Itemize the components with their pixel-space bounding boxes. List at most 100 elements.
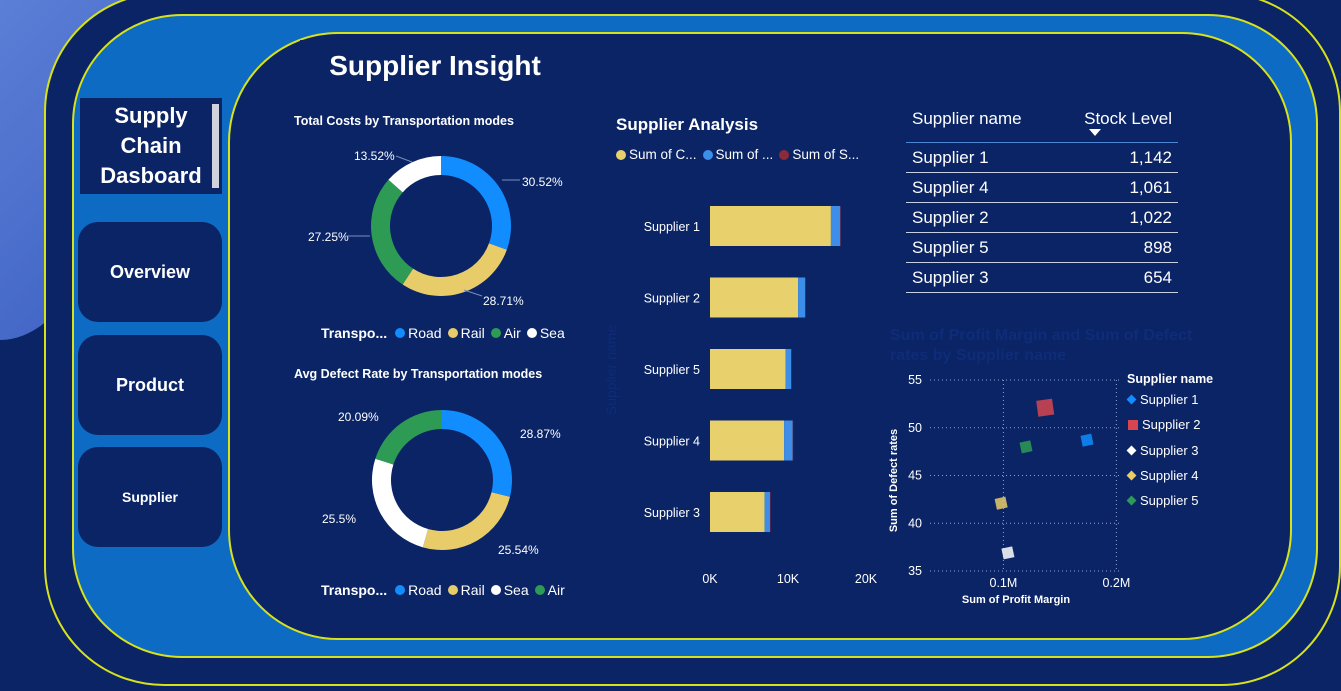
table-row[interactable]: Supplier 1 1,142: [906, 142, 1178, 173]
cell: Supplier 4: [906, 172, 1056, 203]
cell: 1,061: [1055, 172, 1178, 203]
bar-segment[interactable]: [785, 349, 792, 389]
bar-segment[interactable]: [798, 277, 806, 318]
donut-label: 20.09%: [338, 410, 379, 424]
column-header-supplier[interactable]: Supplier name: [906, 102, 1056, 143]
nav-overview-button[interactable]: Overview: [78, 222, 222, 322]
legend-series-2[interactable]: Sum of ...: [702, 147, 773, 162]
table-row[interactable]: Supplier 2 1,022: [906, 202, 1178, 233]
cell: Supplier 5: [906, 232, 1056, 263]
y-tick-label: 55: [908, 373, 922, 387]
donut-defect-legend: Transpo... Road Rail Sea Air: [321, 582, 565, 598]
donut-costs-legend: Transpo... Road Rail Air Sea: [321, 325, 565, 341]
scatter-legend-supplier-5[interactable]: Supplier 5: [1126, 493, 1199, 508]
cell: Supplier 3: [906, 262, 1056, 293]
scatter-title: Sum of Profit Margin and Sum of Defect r…: [890, 327, 1193, 364]
scatter-legend-supplier-4[interactable]: Supplier 4: [1126, 468, 1199, 483]
bar-category-label: Supplier 3: [644, 506, 700, 520]
scatter-chart: 35 40 45 50 55 0.1M 0.2M Sum of Profit Margin Su…: [888, 373, 1130, 606]
scatter-legend-supplier-3[interactable]: Supplier 3: [1126, 443, 1199, 458]
supplier-analysis-chart: Supplier 1 Supplier 2 Supplier 5 Supplier 4…: [644, 206, 878, 586]
legend-series-1[interactable]: Sum of C...: [616, 147, 697, 162]
bar-segment[interactable]: [840, 206, 841, 246]
page-title: Supplier Insight: [300, 40, 570, 92]
legend-rail[interactable]: Rail: [447, 582, 485, 598]
donut-slice-air[interactable]: [375, 410, 442, 465]
scatter-point[interactable]: [994, 496, 1008, 510]
donut-leader-lines: [344, 155, 520, 297]
donut-label: 28.87%: [520, 427, 561, 441]
supplier-analysis-title: Supplier Analysis: [616, 115, 759, 134]
legend-sea[interactable]: Sea: [490, 582, 529, 598]
legend-rail[interactable]: Rail: [447, 325, 485, 341]
sort-desc-icon[interactable]: [1089, 129, 1101, 136]
bar-segment[interactable]: [792, 420, 794, 461]
x-tick-label: 20K: [855, 572, 878, 586]
donut-slice-sea[interactable]: [372, 458, 429, 548]
donut-slice-road[interactable]: [442, 410, 512, 497]
bar-segment[interactable]: [805, 277, 806, 318]
sidebar-scrollbar[interactable]: [212, 104, 219, 188]
scatter-legend-title: Supplier name: [1127, 372, 1214, 386]
donut-slice-rail[interactable]: [422, 492, 510, 550]
donut-costs-title: Total Costs by Transportation modes: [294, 114, 514, 128]
bar-category-label: Supplier 2: [644, 292, 700, 306]
table-row[interactable]: Supplier 5 898: [906, 232, 1178, 263]
table-row[interactable]: Supplier 4 1,061: [906, 172, 1178, 203]
bar-category-label: Supplier 5: [644, 363, 700, 377]
scatter-point[interactable]: [1036, 398, 1055, 417]
scatter-point[interactable]: [1019, 440, 1033, 454]
column-header-stock[interactable]: Stock Level: [1055, 102, 1178, 143]
cell: Supplier 2: [906, 202, 1056, 233]
bar-segment[interactable]: [710, 492, 765, 532]
y-tick-label: 40: [908, 516, 922, 530]
cell: 898: [1055, 232, 1178, 263]
y-tick-label: 45: [908, 469, 922, 483]
table-row[interactable]: Supplier 3 654: [906, 262, 1178, 293]
y-tick-label: 50: [908, 421, 922, 435]
donut-label: 25.54%: [498, 543, 539, 557]
scatter-y-axis-title: Sum of Defect rates: [888, 429, 900, 532]
bar-segment[interactable]: [710, 349, 786, 389]
legend-road[interactable]: Road: [395, 325, 442, 341]
bar-segment[interactable]: [784, 420, 793, 461]
supplier-analysis-legend: Sum of C... Sum of ... Sum of S...: [616, 147, 865, 162]
bar-segment[interactable]: [770, 492, 771, 532]
nav-product-button[interactable]: Product: [78, 335, 222, 435]
supplier-stock-table: Supplier name Stock Level Supplier 1 1,14…: [906, 102, 1178, 293]
legend-road[interactable]: Road: [395, 582, 442, 598]
bar-segment[interactable]: [791, 349, 792, 389]
scatter-point[interactable]: [1001, 546, 1015, 560]
cell: 1,142: [1055, 142, 1178, 173]
nav-supplier-button[interactable]: Supplier: [78, 447, 222, 547]
scatter-legend-supplier-2[interactable]: Supplier 2: [1128, 417, 1201, 432]
dashboard-title: Supply Chain Dasboard: [80, 98, 222, 194]
bar-segment[interactable]: [710, 206, 831, 246]
bar-segment[interactable]: [830, 206, 841, 246]
legend-series-3[interactable]: Sum of S...: [779, 147, 859, 162]
x-tick-label: 0K: [702, 572, 718, 586]
donut-label: 25.5%: [322, 512, 357, 526]
legend-air[interactable]: Air: [534, 582, 565, 598]
scatter-point[interactable]: [1080, 433, 1094, 447]
scatter-x-axis-title: Sum of Profit Margin: [962, 594, 1070, 606]
x-tick-label: 0.2M: [1102, 576, 1130, 590]
legend-air[interactable]: Air: [490, 325, 521, 341]
bar-segment[interactable]: [710, 420, 785, 461]
legend-sea[interactable]: Sea: [526, 325, 565, 341]
supplier-axis-title: Supplier name: [603, 324, 620, 416]
x-tick-label: 0.1M: [990, 576, 1018, 590]
bar-segment[interactable]: [710, 277, 799, 318]
donut-defect-chart: [372, 410, 512, 550]
bar-category-label: Supplier 4: [644, 435, 700, 449]
bar-segment[interactable]: [764, 492, 771, 532]
bar-category-label: Supplier 1: [644, 220, 700, 234]
cell: Supplier 1: [906, 142, 1056, 173]
donut-defect-title: Avg Defect Rate by Transportation modes: [294, 367, 543, 381]
cell: 1,022: [1055, 202, 1178, 233]
table-header-row: Supplier name Stock Level: [906, 102, 1178, 143]
cell: 654: [1055, 262, 1178, 293]
scatter-legend-supplier-1[interactable]: Supplier 1: [1126, 392, 1199, 407]
y-tick-label: 35: [908, 564, 922, 578]
x-tick-label: 10K: [777, 572, 800, 586]
